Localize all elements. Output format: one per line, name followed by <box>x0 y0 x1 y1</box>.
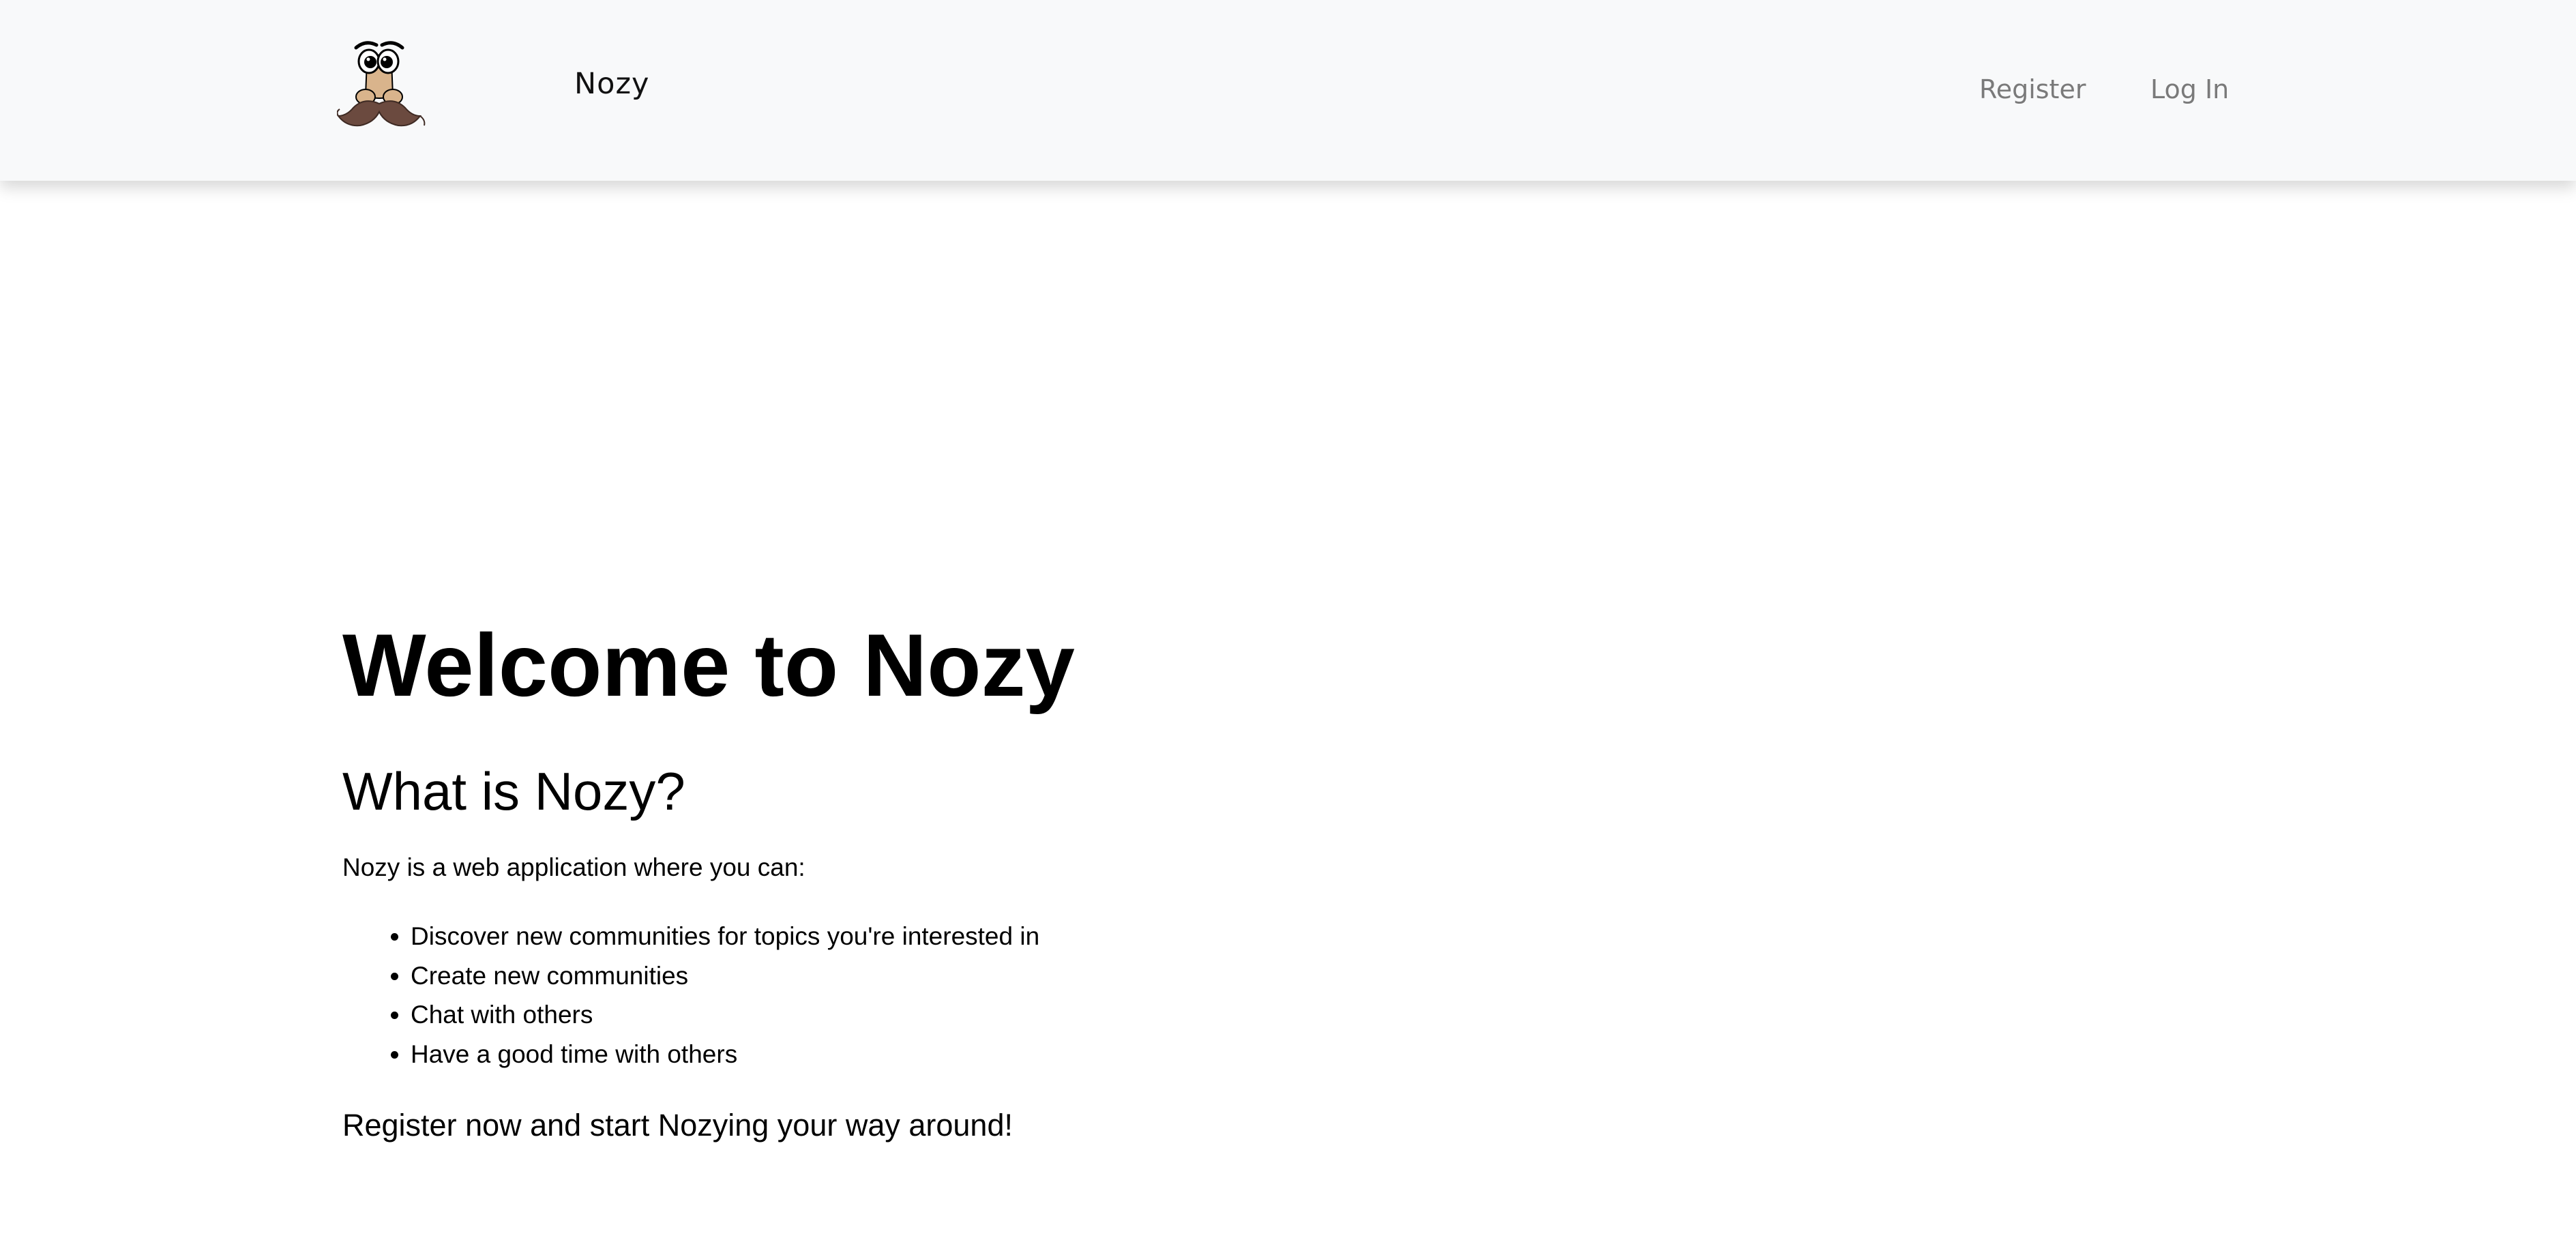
register-link[interactable]: Register <box>1979 74 2086 104</box>
feature-list-item: Chat with others <box>411 995 1039 1035</box>
login-link[interactable]: Log In <box>2150 74 2229 104</box>
top-navbar: Nozy Register Log In <box>0 0 2576 181</box>
call-to-action-text: Register now and start Nozying your way … <box>342 1108 1013 1143</box>
section-title: What is Nozy? <box>342 761 685 821</box>
mustache-face-logo-icon[interactable] <box>337 40 432 138</box>
feature-list-item: Create new communities <box>411 956 1039 996</box>
feature-list-item: Have a good time with others <box>411 1035 1039 1074</box>
hero-title: Welcome to Nozy <box>342 615 1075 715</box>
feature-list: Discover new communities for topics you'… <box>342 917 1039 1074</box>
intro-text: Nozy is a web application where you can: <box>342 853 805 881</box>
brand-name[interactable]: Nozy <box>574 67 650 101</box>
feature-list-item: Discover new communities for topics you'… <box>411 917 1039 956</box>
